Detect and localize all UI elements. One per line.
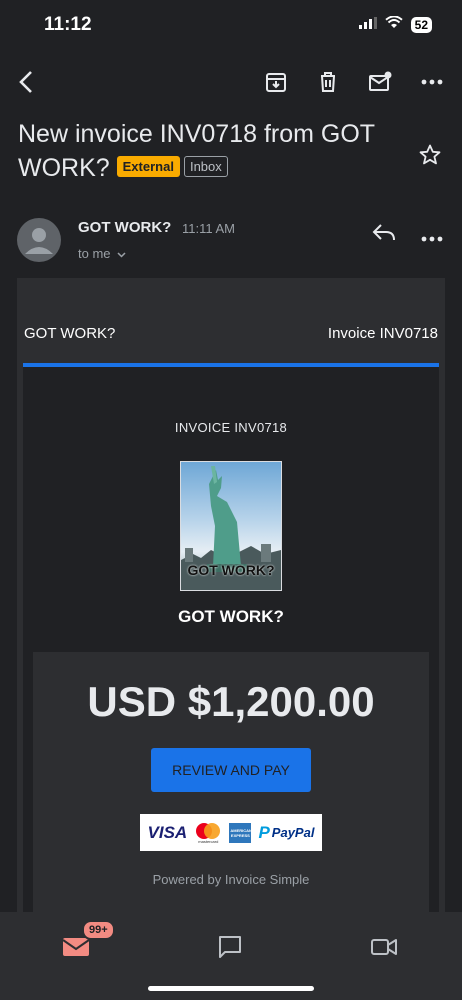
nav-meet-icon[interactable] [369, 932, 399, 962]
email-subject: New invoice INV0718 from GOT WORK? Exter… [18, 117, 418, 185]
status-icons: 52 [358, 15, 432, 34]
chevron-down-icon [117, 246, 126, 261]
amex-logo: AMERICAN EXPRESS [229, 822, 252, 843]
amex-wordmark: AMERICAN EXPRESS [230, 827, 252, 838]
paypal-p-icon: P [258, 822, 270, 842]
invoice-title: INVOICE INV0718 [174, 420, 288, 435]
company-logo-image: GOT WORK? [180, 461, 282, 591]
header-invoice-number: Invoice INV0718 [327, 325, 438, 342]
nav-chat-icon[interactable] [215, 932, 245, 962]
inbox-label[interactable]: Inbox [183, 155, 228, 177]
signal-icon [358, 16, 377, 34]
mastercard-logo: mastercard [194, 822, 222, 844]
paypal-logo: P PayPal [258, 823, 314, 843]
sender-name: GOT WORK? [78, 219, 172, 236]
payment-methods: VISA mastercard AMERICAN EXPRESS P PayPa… [140, 814, 322, 851]
email-toolbar [0, 62, 462, 102]
email-time: 11:11 AM [182, 221, 235, 236]
more-icon[interactable] [418, 68, 446, 96]
back-icon[interactable] [12, 68, 40, 96]
visa-logo: VISA [147, 822, 188, 842]
powered-by: Powered by Invoice Simple [152, 872, 310, 887]
wifi-icon [384, 15, 403, 34]
external-label: External [116, 155, 180, 177]
header-company: GOT WORK? [24, 325, 116, 342]
sender-avatar[interactable] [17, 218, 61, 262]
paypal-wordmark: PayPal [271, 825, 315, 840]
delete-icon[interactable] [314, 68, 342, 96]
reply-icon[interactable] [371, 222, 397, 247]
company-name: GOT WORK? [178, 607, 284, 626]
invoice-amount: USD $1,200.00 [87, 678, 375, 725]
archive-icon[interactable] [262, 68, 290, 96]
message-more-icon[interactable] [421, 229, 443, 247]
star-icon[interactable] [418, 143, 442, 172]
status-time: 11:12 [44, 14, 92, 35]
recipient-details[interactable]: to me [78, 246, 126, 261]
recipient-text: to me [78, 246, 111, 261]
review-and-pay-button[interactable]: REVIEW AND PAY [151, 748, 311, 792]
mark-unread-icon[interactable] [366, 68, 394, 96]
home-indicator[interactable] [148, 986, 314, 991]
battery-indicator: 52 [410, 17, 432, 33]
mail-count-badge: 99+ [82, 920, 115, 940]
mastercard-wordmark: mastercard [198, 838, 219, 844]
logo-text: GOT WORK? [187, 562, 275, 578]
